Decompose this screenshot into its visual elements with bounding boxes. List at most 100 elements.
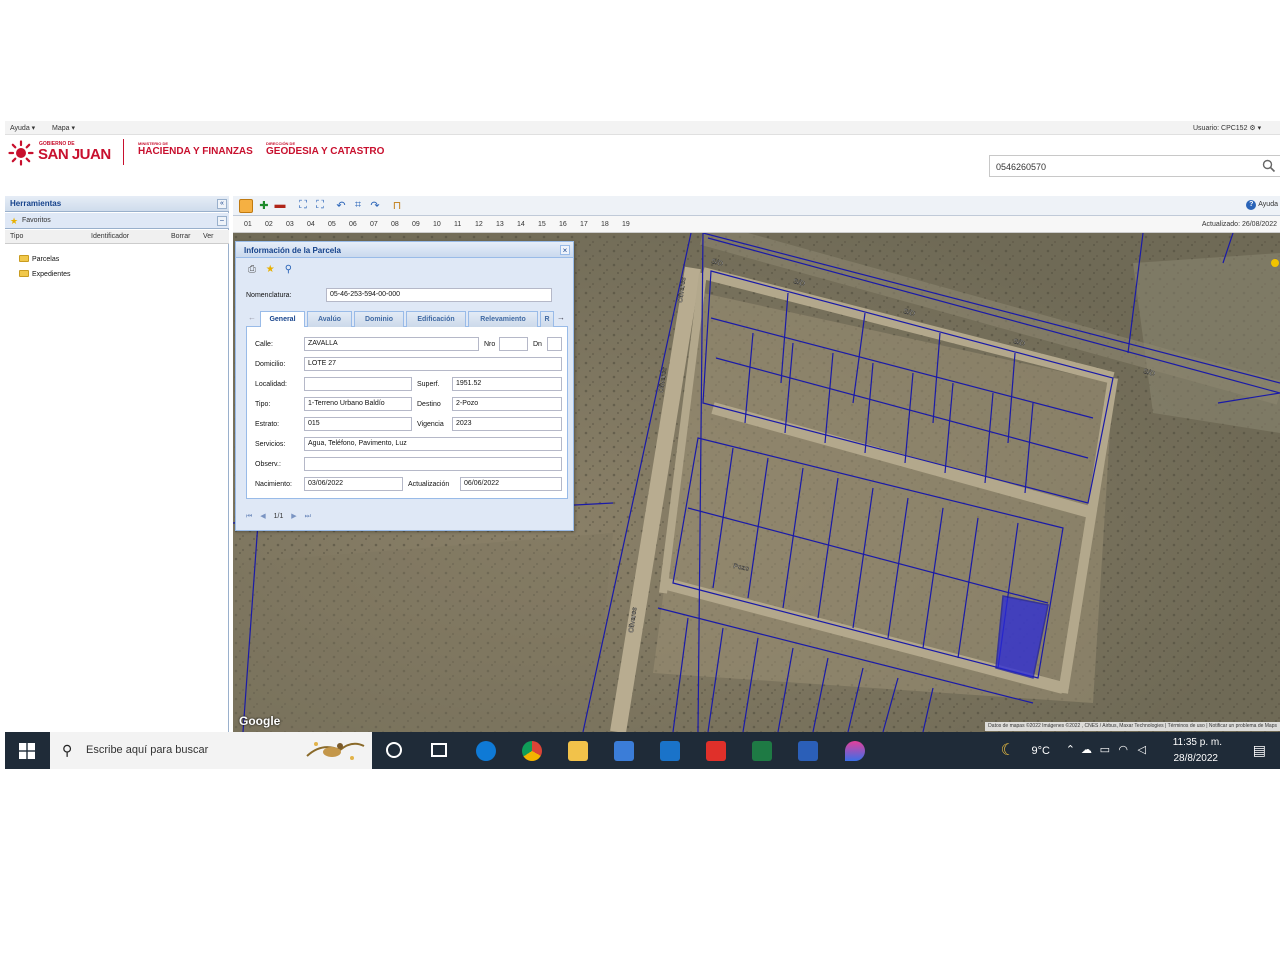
zoom-level[interactable]: 11: [454, 221, 461, 228]
zoom-level[interactable]: 02: [265, 221, 273, 228]
windows-start-icon[interactable]: [19, 743, 35, 759]
chrome-icon[interactable]: [522, 741, 542, 761]
zoom-level[interactable]: 03: [286, 221, 294, 228]
parcel-search-input[interactable]: [996, 160, 1256, 173]
nro-field[interactable]: [499, 337, 528, 351]
wifi-icon[interactable]: ◠: [1118, 743, 1128, 756]
tipo-field[interactable]: 1-Terreno Urbano Baldío: [304, 397, 412, 411]
onedrive-icon[interactable]: ☁: [1081, 743, 1092, 756]
actualizacion-field[interactable]: 06/06/2022: [460, 477, 562, 491]
column-header[interactable]: Borrar: [171, 233, 190, 240]
zoom-level[interactable]: 07: [370, 221, 378, 228]
temperature[interactable]: 9°C: [1032, 745, 1050, 757]
tab-edificacion[interactable]: Edificación: [406, 311, 466, 327]
zoom-full-icon[interactable]: ⛶: [313, 199, 327, 213]
measure-icon[interactable]: ⊓: [390, 199, 404, 213]
task-view-icon[interactable]: [431, 743, 447, 757]
redo-icon[interactable]: ↷: [368, 199, 382, 213]
tab-scroll-right-icon[interactable]: →: [555, 313, 567, 325]
column-header[interactable]: Tipo: [10, 233, 23, 240]
domicilio-field[interactable]: LOTE 27: [304, 357, 562, 371]
select-area-icon[interactable]: ⌗: [351, 199, 365, 213]
file-explorer-icon[interactable]: [568, 741, 588, 761]
first-page-icon[interactable]: ⏮: [246, 513, 252, 521]
favorites-collapse-button[interactable]: –: [217, 216, 227, 226]
zoom-level[interactable]: 06: [349, 221, 357, 228]
zoom-level[interactable]: 19: [622, 221, 630, 228]
vigencia-field[interactable]: 2023: [452, 417, 562, 431]
zoom-level[interactable]: 08: [391, 221, 399, 228]
last-page-icon[interactable]: ⏭: [305, 513, 311, 521]
zoom-level[interactable]: 13: [496, 221, 504, 228]
tree-item-parcelas[interactable]: Parcelas: [19, 255, 59, 263]
tab-avaluo[interactable]: Avalúo: [307, 311, 352, 327]
tab-general[interactable]: General: [260, 311, 305, 328]
weather-moon-icon[interactable]: ☾: [1001, 740, 1015, 760]
clock-time[interactable]: 11:35 p. m.: [1173, 737, 1222, 748]
zoom-to-parcel-icon[interactable]: ⚲: [282, 264, 294, 276]
cortana-icon[interactable]: [386, 742, 402, 758]
zoom-level[interactable]: 10: [433, 221, 441, 228]
menu-help[interactable]: Ayuda ▾: [10, 124, 35, 132]
zoom-level[interactable]: 17: [580, 221, 588, 228]
localidad-field[interactable]: [304, 377, 412, 391]
zoom-extent-icon[interactable]: ⛶: [296, 199, 310, 213]
zoom-level[interactable]: 05: [328, 221, 336, 228]
column-header[interactable]: Ver: [203, 233, 214, 240]
zoom-in-icon[interactable]: ✚: [257, 199, 271, 213]
anydesk-icon[interactable]: [706, 741, 726, 761]
destino-field[interactable]: 2-Pozo: [452, 397, 562, 411]
column-header[interactable]: Identificador: [91, 233, 129, 240]
excel-icon[interactable]: [752, 741, 772, 761]
zoom-level[interactable]: 18: [601, 221, 609, 228]
map-attribution[interactable]: Datos de mapas ©2022 Imágenes ©2022 , CN…: [985, 722, 1280, 731]
zoom-level[interactable]: 09: [412, 221, 420, 228]
dn-field[interactable]: [547, 337, 562, 351]
search-icon[interactable]: [1262, 159, 1276, 173]
servicios-field[interactable]: Agua, Teléfono, Pavimento, Luz: [304, 437, 562, 451]
tab-more[interactable]: R: [540, 311, 554, 327]
zoom-level[interactable]: 01: [244, 221, 252, 228]
map-marker-icon[interactable]: [1271, 259, 1279, 267]
paint-app-icon[interactable]: [845, 741, 865, 761]
previous-page-icon[interactable]: ◀: [260, 512, 265, 520]
edge-browser-icon[interactable]: [476, 741, 496, 761]
superficie-field[interactable]: 1951.52: [452, 377, 562, 391]
nacimiento-field[interactable]: 03/06/2022: [304, 477, 403, 491]
tab-relevamiento[interactable]: Relevamiento: [468, 311, 538, 327]
nomenclatura-field[interactable]: 05-46-253-594-00-000: [326, 288, 552, 302]
close-icon[interactable]: ×: [560, 245, 570, 255]
zoom-level[interactable]: 16: [559, 221, 567, 228]
zoom-out-icon[interactable]: ▬: [273, 199, 287, 213]
zoom-level[interactable]: 14: [517, 221, 525, 228]
help-button[interactable]: ? Ayuda: [1246, 200, 1278, 210]
word-icon[interactable]: [798, 741, 818, 761]
estrato-field[interactable]: 015: [304, 417, 412, 431]
volume-icon[interactable]: ◁: [1138, 743, 1146, 756]
tab-dominio[interactable]: Dominio: [354, 311, 404, 327]
microsoft-store-icon[interactable]: [614, 741, 634, 761]
next-page-icon[interactable]: ▶: [291, 512, 296, 520]
battery-icon[interactable]: ▭: [1100, 743, 1110, 756]
user-menu[interactable]: Usuario: CPC152 ⚙ ▾: [1193, 124, 1261, 132]
print-icon[interactable]: ⎙: [246, 264, 258, 276]
pan-hand-icon[interactable]: [239, 199, 253, 213]
notifications-icon[interactable]: ▤: [1253, 742, 1266, 759]
parcel-info-titlebar[interactable]: Información de la Parcela ×: [236, 242, 573, 258]
zoom-level[interactable]: 15: [538, 221, 546, 228]
calle-field[interactable]: ZAVALLA: [304, 337, 479, 351]
zoom-level[interactable]: 04: [307, 221, 315, 228]
clock-date[interactable]: 28/8/2022: [1174, 753, 1219, 764]
taskbar-search-box[interactable]: ⚲ Escribe aquí para buscar: [50, 732, 372, 769]
chevron-up-icon[interactable]: ⌃: [1066, 743, 1075, 756]
star-icon[interactable]: ★: [264, 264, 276, 276]
menu-maps[interactable]: Mapa ▾: [52, 124, 75, 132]
zoom-level[interactable]: 12: [475, 221, 483, 228]
undo-icon[interactable]: ↶: [334, 199, 348, 213]
tree-item-expedientes[interactable]: Expedientes: [19, 270, 71, 278]
mail-icon[interactable]: [660, 741, 680, 761]
observ-field[interactable]: [304, 457, 562, 471]
favorites-bar[interactable]: ★ Favoritos –: [5, 213, 229, 229]
collapse-panel-button[interactable]: «: [217, 199, 227, 209]
tab-scroll-left-icon[interactable]: ←: [246, 313, 258, 325]
